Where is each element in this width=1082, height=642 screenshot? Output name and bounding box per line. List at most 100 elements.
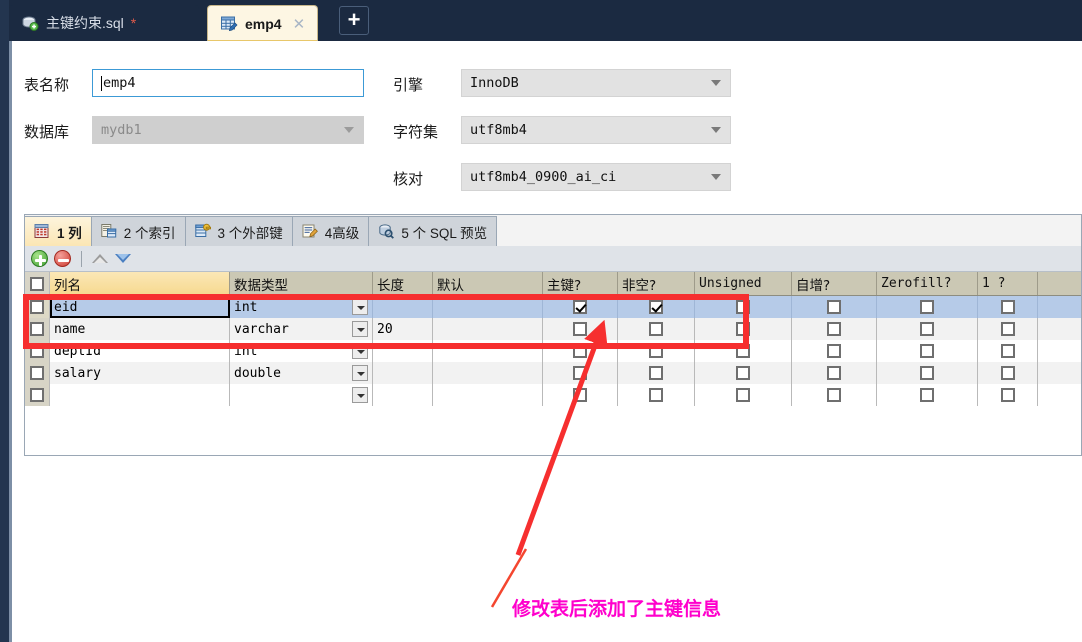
cell-unsigned[interactable] xyxy=(695,296,792,318)
cell-notnull[interactable] xyxy=(618,318,695,340)
row-select-checkbox[interactable] xyxy=(25,296,50,318)
unsigned-checkbox[interactable] xyxy=(736,300,750,314)
engine-select[interactable]: InnoDB xyxy=(461,69,731,97)
pk-checkbox[interactable] xyxy=(573,322,587,336)
cell-default[interactable] xyxy=(433,340,543,362)
cell-zerofill[interactable] xyxy=(877,362,978,384)
table-row[interactable] xyxy=(25,384,1081,406)
cell-name[interactable]: eid xyxy=(50,296,230,318)
cell-pk[interactable] xyxy=(543,384,618,406)
cell-length[interactable]: 20 xyxy=(373,318,433,340)
cell-notnull[interactable] xyxy=(618,362,695,384)
cell-autoinc[interactable] xyxy=(792,384,877,406)
cell-unsigned[interactable] xyxy=(695,340,792,362)
add-row-button[interactable] xyxy=(31,250,48,267)
tab-emp4[interactable]: emp4 ✕ xyxy=(207,5,319,41)
cell-extra[interactable] xyxy=(978,296,1038,318)
close-icon[interactable]: ✕ xyxy=(293,15,306,33)
autoinc-checkbox[interactable] xyxy=(827,300,841,314)
cell-pk[interactable] xyxy=(543,296,618,318)
zerofill-checkbox[interactable] xyxy=(920,300,934,314)
cell-length[interactable] xyxy=(373,296,433,318)
type-dropdown-arrow[interactable] xyxy=(352,343,368,359)
move-down-icon[interactable] xyxy=(115,253,132,264)
cell-autoinc[interactable] xyxy=(792,296,877,318)
cell-pk[interactable] xyxy=(543,318,618,340)
unsigned-checkbox[interactable] xyxy=(736,388,750,402)
cell-zerofill[interactable] xyxy=(877,318,978,340)
zerofill-checkbox[interactable] xyxy=(920,388,934,402)
cell-name[interactable]: deptId xyxy=(50,340,230,362)
zerofill-checkbox[interactable] xyxy=(920,322,934,336)
column-header-name[interactable]: 列名 xyxy=(50,272,230,295)
cell-length[interactable] xyxy=(373,340,433,362)
cell-name[interactable] xyxy=(50,384,230,406)
cell-zerofill[interactable] xyxy=(877,340,978,362)
cell-unsigned[interactable] xyxy=(695,384,792,406)
cell-autoinc[interactable] xyxy=(792,362,877,384)
subtab-5[interactable]: 5 个 SQL 预览 xyxy=(369,216,498,246)
type-dropdown-arrow[interactable] xyxy=(352,299,368,315)
notnull-checkbox[interactable] xyxy=(649,388,663,402)
cell-name[interactable]: salary xyxy=(50,362,230,384)
cell-extra[interactable] xyxy=(978,362,1038,384)
table-row[interactable]: name varchar 20 xyxy=(25,318,1081,340)
subtab-1[interactable]: 1 列 xyxy=(24,216,92,246)
cell-default[interactable] xyxy=(433,362,543,384)
column-header-autoinc[interactable]: 自增? xyxy=(792,272,877,295)
notnull-checkbox[interactable] xyxy=(649,366,663,380)
cell-type[interactable]: int xyxy=(230,296,373,318)
notnull-checkbox[interactable] xyxy=(649,300,663,314)
pk-checkbox[interactable] xyxy=(573,300,587,314)
move-up-icon[interactable] xyxy=(92,253,109,264)
charset-select[interactable]: utf8mb4 xyxy=(461,116,731,144)
cell-extra[interactable] xyxy=(978,340,1038,362)
row-select-checkbox[interactable] xyxy=(25,362,50,384)
cell-pk[interactable] xyxy=(543,362,618,384)
pk-checkbox[interactable] xyxy=(573,388,587,402)
table-row[interactable]: deptId int xyxy=(25,340,1081,362)
pk-checkbox[interactable] xyxy=(573,344,587,358)
columns-grid[interactable]: 列名 数据类型 长度 默认 主键? 非空? Unsigned 自增? Zerofill? 1 ? e… xyxy=(25,272,1081,455)
cell-unsigned[interactable] xyxy=(695,362,792,384)
notnull-checkbox[interactable] xyxy=(649,344,663,358)
extra-checkbox[interactable] xyxy=(1000,300,1015,314)
cell-length[interactable] xyxy=(373,384,433,406)
pk-checkbox[interactable] xyxy=(573,366,587,380)
new-tab-button[interactable]: + xyxy=(339,6,369,35)
autoinc-checkbox[interactable] xyxy=(827,344,841,358)
cell-length[interactable] xyxy=(373,362,433,384)
unsigned-checkbox[interactable] xyxy=(736,344,750,358)
cell-extra[interactable] xyxy=(978,318,1038,340)
type-dropdown-arrow[interactable] xyxy=(352,321,368,337)
cell-type[interactable]: double xyxy=(230,362,373,384)
cell-name[interactable]: name xyxy=(50,318,230,340)
cell-zerofill[interactable] xyxy=(877,384,978,406)
column-header-zerofill[interactable]: Zerofill? xyxy=(877,272,978,295)
collation-select[interactable]: utf8mb4_0900_ai_ci xyxy=(461,163,731,191)
cell-notnull[interactable] xyxy=(618,384,695,406)
cell-autoinc[interactable] xyxy=(792,340,877,362)
cell-unsigned[interactable] xyxy=(695,318,792,340)
tab-sql-script[interactable]: 主键约束.sql * xyxy=(9,5,199,41)
cell-default[interactable] xyxy=(433,384,543,406)
subtab-2[interactable]: 2 个索引 xyxy=(91,216,186,246)
subtab-3[interactable]: 3 个外部键 xyxy=(185,216,293,246)
column-header-type[interactable]: 数据类型 xyxy=(230,272,373,295)
cell-autoinc[interactable] xyxy=(792,318,877,340)
extra-checkbox[interactable] xyxy=(1000,322,1015,336)
cell-type[interactable]: varchar xyxy=(230,318,373,340)
subtab-4[interactable]: 4高级 xyxy=(292,216,370,246)
zerofill-checkbox[interactable] xyxy=(920,366,934,380)
extra-checkbox[interactable] xyxy=(1000,366,1015,380)
cell-zerofill[interactable] xyxy=(877,296,978,318)
column-header-pk[interactable]: 主键? xyxy=(543,272,618,295)
cell-type[interactable] xyxy=(230,384,373,406)
autoinc-checkbox[interactable] xyxy=(827,322,841,336)
cell-notnull[interactable] xyxy=(618,340,695,362)
column-header-length[interactable]: 长度 xyxy=(373,272,433,295)
column-header-unsigned[interactable]: Unsigned xyxy=(695,272,792,295)
table-row[interactable]: eid int xyxy=(25,296,1081,318)
notnull-checkbox[interactable] xyxy=(649,322,663,336)
cell-default[interactable] xyxy=(433,318,543,340)
